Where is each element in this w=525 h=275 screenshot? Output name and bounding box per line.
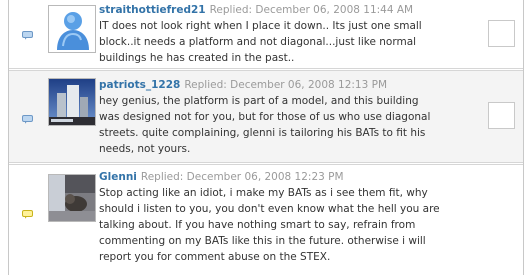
comment-author[interactable]: patriots_1228 <box>99 79 180 91</box>
comment-body: Glenni Replied: December 06, 2008 12:23 P… <box>99 170 467 265</box>
comment-text-line: hey genius, the platform is part of a mo… <box>99 95 419 107</box>
avatar[interactable] <box>48 78 96 126</box>
comment-item: patriots_1228 Replied: December 06, 2008 … <box>9 70 523 163</box>
comment-action-box[interactable] <box>488 102 515 129</box>
comment-timestamp: Replied: December 06, 2008 11:44 AM <box>209 4 414 16</box>
comment-text-line: commenting on my BATs like this in the f… <box>99 235 426 247</box>
comment-text-line: streets. quite complaining, glenni is ta… <box>99 127 426 139</box>
comment-text-line: report you for comment abuse on the STEX… <box>99 251 331 263</box>
comment-text-line: needs, not yours. <box>99 143 191 155</box>
comment-timestamp: Replied: December 06, 2008 12:23 PM <box>140 171 344 183</box>
comment-item: straithottiefred21 Replied: December 06, … <box>9 0 523 69</box>
comment-text: Stop acting like an idiot, i make my BAT… <box>99 185 467 265</box>
comment-body: straithottiefred21 Replied: December 06, … <box>99 3 467 66</box>
comment-header: straithottiefred21 Replied: December 06, … <box>99 3 467 17</box>
avatar[interactable] <box>48 174 96 222</box>
comment-header: patriots_1228 Replied: December 06, 2008 … <box>99 78 467 92</box>
comment-author[interactable]: Glenni <box>99 171 137 183</box>
speech-bubble-icon <box>22 115 33 124</box>
comment-text: IT does not look right when I place it d… <box>99 18 467 66</box>
comment-text-line: should i listen to you, you don't even k… <box>99 203 440 215</box>
comment-text-line: Stop acting like an idiot, i make my BAT… <box>99 187 428 199</box>
avatar[interactable] <box>48 5 96 53</box>
comment-action-box[interactable] <box>488 20 515 47</box>
speech-bubble-icon <box>22 31 33 40</box>
comment-timestamp: Replied: December 06, 2008 12:13 PM <box>184 79 388 91</box>
comment-text-line: buildings he has created in the past.. <box>99 52 295 64</box>
comment-text-line: talking about. If you have nothing smart… <box>99 219 416 231</box>
comment-text-line: IT does not look right when I place it d… <box>99 20 422 32</box>
comment-item: Glenni Replied: December 06, 2008 12:23 P… <box>9 164 523 275</box>
speech-bubble-icon <box>22 210 33 219</box>
comment-header: Glenni Replied: December 06, 2008 12:23 P… <box>99 170 467 184</box>
comment-text-line: block..it needs a platform and not diago… <box>99 36 417 48</box>
comment-author[interactable]: straithottiefred21 <box>99 4 206 16</box>
comment-text: hey genius, the platform is part of a mo… <box>99 93 467 157</box>
comment-text-line: was designed not for you, but for those … <box>99 111 431 123</box>
comments-panel: straithottiefred21 Replied: December 06, … <box>0 0 525 275</box>
comment-body: patriots_1228 Replied: December 06, 2008 … <box>99 78 467 157</box>
